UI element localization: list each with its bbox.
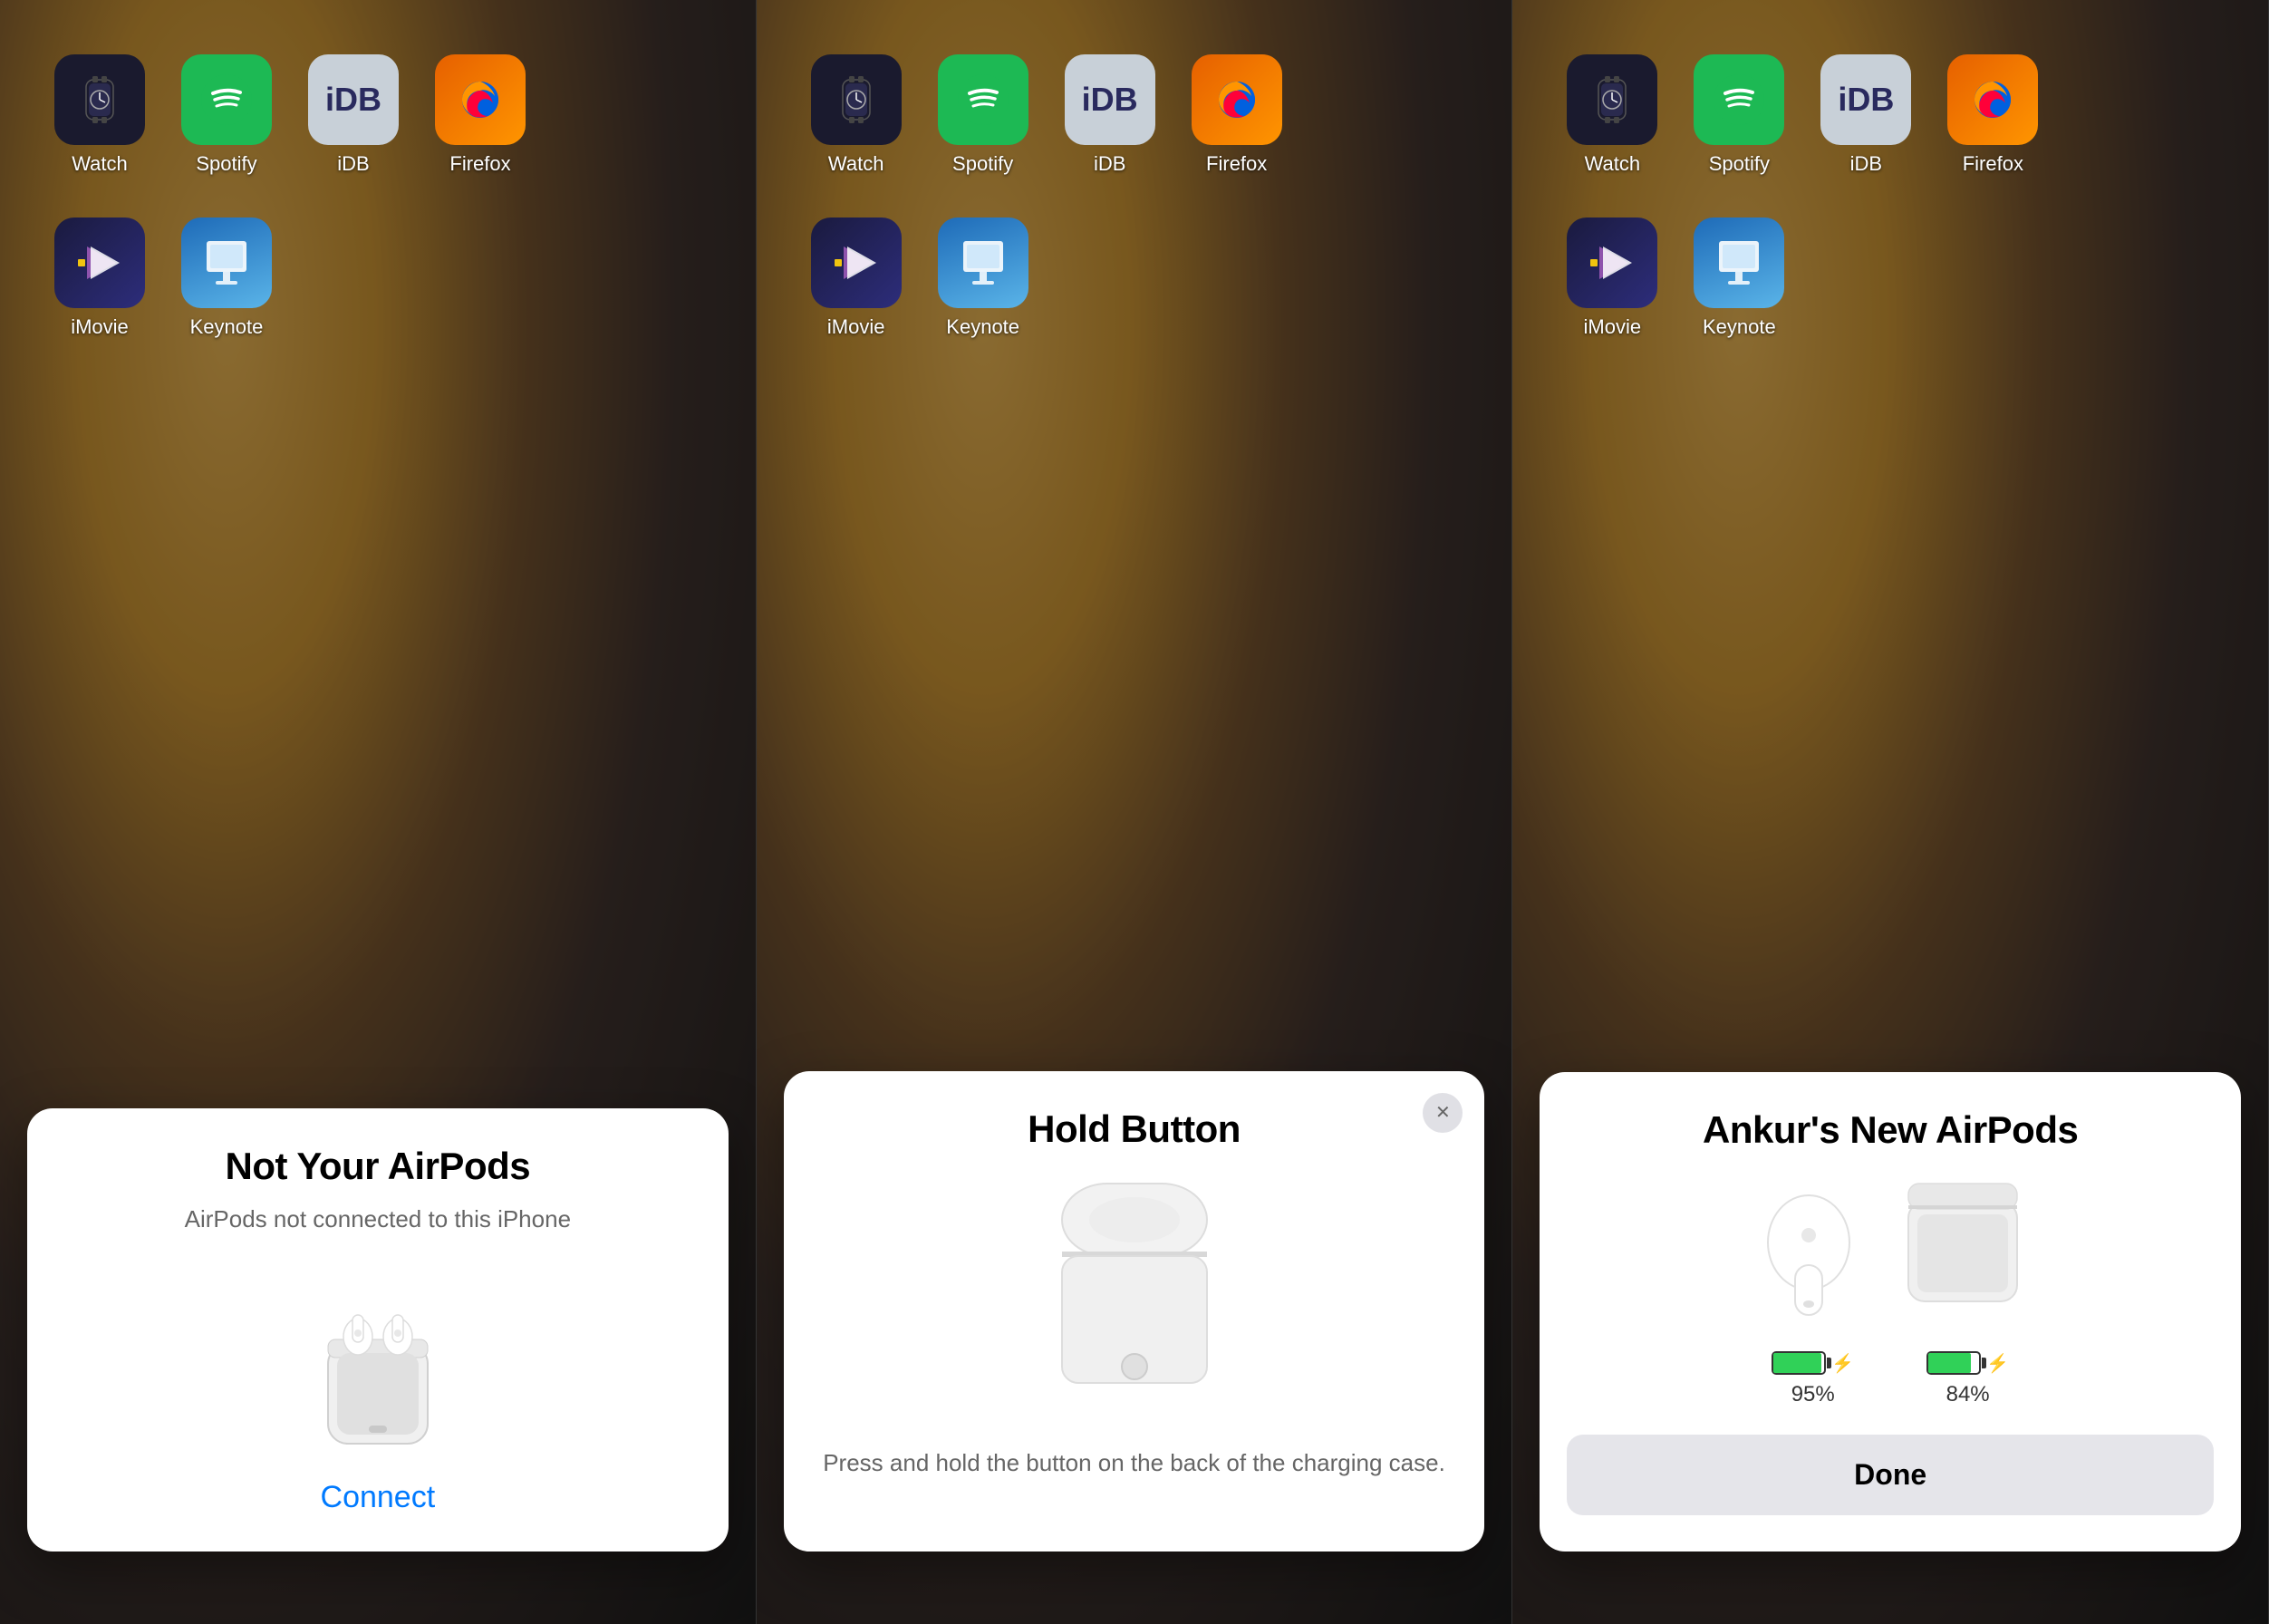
keynote-label-1: Keynote [190,315,264,339]
spotify-icon-2 [938,54,1028,145]
keynote-label-3: Keynote [1703,315,1776,339]
battery-left: ⚡ 95% [1772,1351,1854,1407]
popup-body-2: Press and hold the button on the back of… [811,1446,1458,1479]
battery-right-pct: 84% [1946,1382,1990,1407]
popup-title-3: Ankur's New AirPods [1567,1108,2214,1152]
done-button[interactable]: Done [1567,1435,2214,1515]
imovie-icon-2 [811,218,902,308]
firefox-icon-2 [1192,54,1282,145]
app-watch-1[interactable]: Watch [45,54,154,199]
phone-screen-1: Watch Spotify iDB iDB [0,0,757,1624]
popup-title-2: Hold Button [811,1107,1458,1151]
airpods-case-illustration [278,1271,478,1453]
airpods-image-area-1 [54,1271,701,1453]
keynote-icon-1 [181,218,272,308]
app-grid-1: Watch Spotify iDB iDB [45,54,535,362]
app-imovie-2[interactable]: iMovie [802,218,911,362]
app-spotify-2[interactable]: Spotify [929,54,1038,199]
close-button[interactable]: ✕ [1423,1093,1463,1133]
spotify-label-1: Spotify [196,152,256,176]
phone-screen-2: Watch Spotify iDB iDB [757,0,1513,1624]
battery-section: ⚡ 95% ⚡ 84% [1567,1351,2214,1407]
app-firefox-1[interactable]: Firefox [426,54,535,199]
battery-left-bar-wrap: ⚡ [1772,1351,1854,1375]
firefox-icon-1 [435,54,526,145]
firefox-label-1: Firefox [449,152,510,176]
battery-left-pct: 95% [1791,1382,1835,1407]
spotify-label-3: Spotify [1709,152,1770,176]
app-grid-2: Watch Spotify iDB iDB [802,54,1291,362]
spotify-label-2: Spotify [952,152,1013,176]
phone-screen-3: Watch Spotify iDB iDB [1512,0,2269,1624]
hold-button-illustration [1026,1165,1243,1419]
idb-label-3: iDB [1850,152,1882,176]
battery-left-fill [1773,1353,1821,1373]
app-watch-2[interactable]: Watch [802,54,911,199]
connected-airpods-popup: Ankur's New AirPods [1540,1072,2241,1552]
hold-button-popup: ✕ Hold Button Press and hold the button … [784,1071,1485,1552]
app-watch-3[interactable]: Watch [1558,54,1666,199]
watch-label-1: Watch [72,152,128,176]
app-keynote-2[interactable]: Keynote [929,218,1038,362]
app-imovie-3[interactable]: iMovie [1558,218,1666,362]
battery-right-bar [1926,1351,1981,1375]
app-idb-3[interactable]: iDB iDB [1811,54,1920,199]
app-keynote-1[interactable]: Keynote [172,218,281,362]
imovie-label-3: iMovie [1584,315,1642,339]
app-grid-3: Watch Spotify iDB iDB [1558,54,2047,362]
imovie-icon-3 [1567,218,1657,308]
app-firefox-2[interactable]: Firefox [1183,54,1291,199]
not-your-airpods-popup: Not Your AirPods AirPods not connected t… [27,1108,729,1552]
watch-label-2: Watch [828,152,884,176]
app-idb-2[interactable]: iDB iDB [1056,54,1164,199]
connect-button[interactable]: Connect [54,1480,701,1515]
idb-icon-3: iDB [1820,54,1911,145]
app-keynote-3[interactable]: Keynote [1685,218,1793,362]
watch-label-3: Watch [1585,152,1641,176]
keynote-label-2: Keynote [946,315,1019,339]
case-small [1895,1174,2031,1320]
battery-right-bolt: ⚡ [1986,1352,2009,1375]
left-earbud [1750,1170,1877,1324]
spotify-icon-1 [181,54,272,145]
firefox-label-2: Firefox [1206,152,1267,176]
app-spotify-1[interactable]: Spotify [172,54,281,199]
idb-icon-2: iDB [1065,54,1155,145]
keynote-icon-2 [938,218,1028,308]
battery-left-bar [1772,1351,1826,1375]
battery-right-bar-wrap: ⚡ [1926,1351,2009,1375]
airpods-connected-area [1567,1170,2214,1324]
airpods-image-area-2 [811,1165,1458,1419]
popup-subtitle-1: AirPods not connected to this iPhone [54,1203,701,1235]
firefox-label-3: Firefox [1963,152,2023,176]
watch-icon-1 [54,54,145,145]
battery-left-bolt: ⚡ [1831,1352,1854,1375]
popup-title-1: Not Your AirPods [54,1145,701,1188]
watch-icon-3 [1567,54,1657,145]
spotify-icon-3 [1694,54,1784,145]
battery-right-fill [1928,1353,1971,1373]
imovie-label-1: iMovie [71,315,129,339]
idb-label-2: iDB [1094,152,1125,176]
app-spotify-3[interactable]: Spotify [1685,54,1793,199]
keynote-icon-3 [1694,218,1784,308]
battery-right: ⚡ 84% [1926,1351,2009,1407]
app-firefox-3[interactable]: Firefox [1938,54,2047,199]
idb-icon-1: iDB [308,54,399,145]
app-idb-1[interactable]: iDB iDB [299,54,408,199]
idb-label-1: iDB [337,152,369,176]
app-imovie-1[interactable]: iMovie [45,218,154,362]
watch-icon-2 [811,54,902,145]
imovie-label-2: iMovie [827,315,885,339]
firefox-icon-3 [1947,54,2038,145]
imovie-icon-1 [54,218,145,308]
